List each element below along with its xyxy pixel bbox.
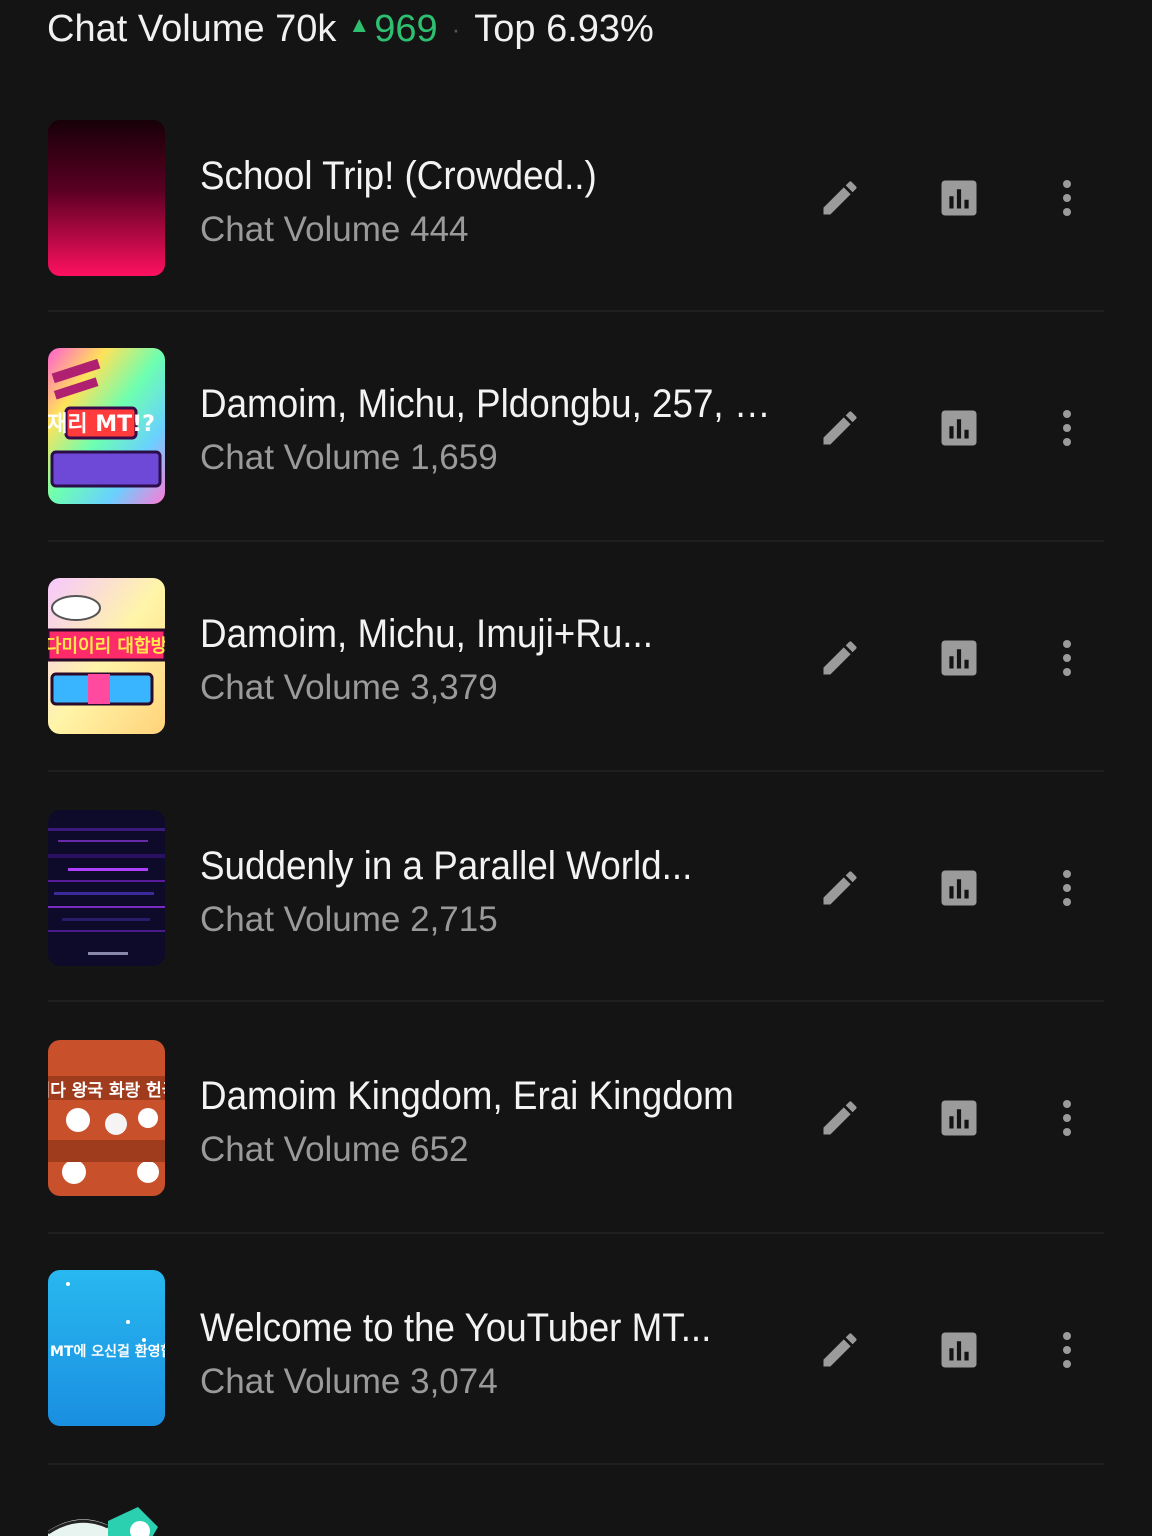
more-options-button[interactable]: [1037, 1320, 1097, 1380]
list-item-texts: School Trip! (Crowded..) Chat Volume 444: [200, 152, 790, 252]
list-item[interactable]: 재리 MT!? Damoim, Michu, Pldongbu, 257, Gy…: [0, 310, 1152, 540]
list-item-chat-volume: Chat Volume 444: [200, 210, 469, 249]
edit-button[interactable]: [810, 1088, 870, 1148]
bar-chart-icon: [941, 1332, 977, 1368]
thumbnail-merge-room: 다미이리 대합방: [48, 578, 165, 734]
analytics-button[interactable]: [929, 398, 989, 458]
analytics-button[interactable]: [929, 1320, 989, 1380]
list-item-title: Welcome to the YouTuber MT...: [200, 1306, 712, 1350]
increase-arrow-icon: ▲: [348, 12, 371, 37]
list-item[interactable]: 유튜버 MT에 오신걸 환영합니다! Welcome to the YouTub…: [0, 1232, 1152, 1462]
edit-button[interactable]: [810, 398, 870, 458]
pencil-icon: [823, 1101, 857, 1135]
thumbnail-rainbow: 재리 MT!?: [48, 348, 165, 504]
list-item-texts: Damoim, Michu, Pldongbu, 257, Gya... Cha…: [200, 380, 790, 480]
thumbnail-youtuber-mt: 유튜버 MT에 오신걸 환영합니다!: [48, 1270, 165, 1426]
pencil-icon: [823, 871, 857, 905]
analytics-button[interactable]: [929, 1088, 989, 1148]
list-item[interactable]: 다미이리 대합방 Damoim, Michu, Imuji+Ru... Chat…: [0, 540, 1152, 770]
list-item[interactable]: School Trip! (Crowded..) Chat Volume 444: [0, 80, 1152, 310]
edit-button[interactable]: [810, 628, 870, 688]
list-item-texts: Damoim, Michu, Imuji+Ru... Chat Volume 3…: [200, 610, 790, 710]
edit-button[interactable]: [810, 168, 870, 228]
list-item[interactable]: Suddenly in a Parallel World... Chat Vol…: [0, 770, 1152, 1000]
separator-dot: ·: [451, 13, 461, 44]
list-item-texts: Suddenly in a Parallel World... Chat Vol…: [200, 842, 790, 942]
thumbnail-school-trip: [48, 120, 165, 276]
pencil-icon: [823, 411, 857, 445]
analytics-button[interactable]: [929, 628, 989, 688]
list-item-texts: Welcome to the YouTuber MT... Chat Volum…: [200, 1304, 790, 1404]
pencil-icon: [823, 181, 857, 215]
more-vertical-icon: [1063, 870, 1071, 906]
list-item-chat-volume: Chat Volume 652: [200, 1130, 469, 1169]
list-item[interactable]: 이다 왕국 화랑 헌국 Damoim Kingdom, Erai Kingdom…: [0, 1000, 1152, 1230]
list-item-chat-volume: Chat Volume 1,659: [200, 438, 498, 477]
list-item-texts: Damoim Kingdom, Erai Kingdom Chat Volume…: [200, 1072, 790, 1172]
more-vertical-icon: [1063, 410, 1071, 446]
pencil-icon: [823, 1333, 857, 1367]
more-options-button[interactable]: [1037, 398, 1097, 458]
more-options-button[interactable]: [1037, 858, 1097, 918]
more-vertical-icon: [1063, 1332, 1071, 1368]
analytics-button[interactable]: [929, 858, 989, 918]
more-vertical-icon: [1063, 640, 1071, 676]
thumbnail-partial: [48, 1501, 165, 1536]
pencil-icon: [823, 641, 857, 675]
bar-chart-icon: [941, 640, 977, 676]
bar-chart-icon: [941, 410, 977, 446]
more-vertical-icon: [1063, 180, 1071, 216]
thumbnail-parallel-world: [48, 810, 165, 966]
edit-button[interactable]: [810, 858, 870, 918]
thumb-text: 유튜버 MT에 오신걸 환영합니다!: [48, 1343, 165, 1360]
thumbnail-kingdom: 이다 왕국 화랑 헌국: [48, 1040, 165, 1196]
more-vertical-icon: [1063, 1100, 1071, 1136]
total-chat-volume: Chat Volume 70k: [47, 7, 337, 50]
list-item-chat-volume: Chat Volume 3,074: [200, 1362, 498, 1401]
list-item-title: School Trip! (Crowded..): [200, 154, 597, 198]
thumb-text: 재리 MT!?: [48, 412, 155, 437]
bar-chart-icon: [941, 870, 977, 906]
rank-percentile: Top 6.93%: [474, 7, 654, 50]
list-item-title: Suddenly in a Parallel World...: [200, 844, 693, 888]
list-item-chat-volume: Chat Volume 2,715: [200, 900, 498, 939]
more-options-button[interactable]: [1037, 168, 1097, 228]
list-item[interactable]: [0, 1463, 1152, 1536]
analytics-button[interactable]: [929, 168, 989, 228]
edit-button[interactable]: [810, 1320, 870, 1380]
chat-volume-summary: Chat Volume 70k ▲ 969 · Top 6.93%: [47, 4, 654, 54]
list-item-title: Damoim, Michu, Imuji+Ru...: [200, 612, 653, 656]
list-item-chat-volume: Chat Volume 3,379: [200, 668, 498, 707]
more-options-button[interactable]: [1037, 1088, 1097, 1148]
bar-chart-icon: [941, 180, 977, 216]
more-options-button[interactable]: [1037, 628, 1097, 688]
thumb-text: 이다 왕국 화랑 헌국: [48, 1081, 165, 1101]
bar-chart-icon: [941, 1100, 977, 1136]
list-item-title: Damoim, Michu, Pldongbu, 257, Gya...: [200, 382, 789, 426]
list-item-title: Damoim Kingdom, Erai Kingdom: [200, 1074, 734, 1118]
chat-list-page: Chat Volume 70k ▲ 969 · Top 6.93% School…: [0, 0, 1152, 1536]
thumb-text: 다미이리 대합방: [48, 635, 165, 657]
chat-volume-delta: 969: [374, 7, 438, 50]
